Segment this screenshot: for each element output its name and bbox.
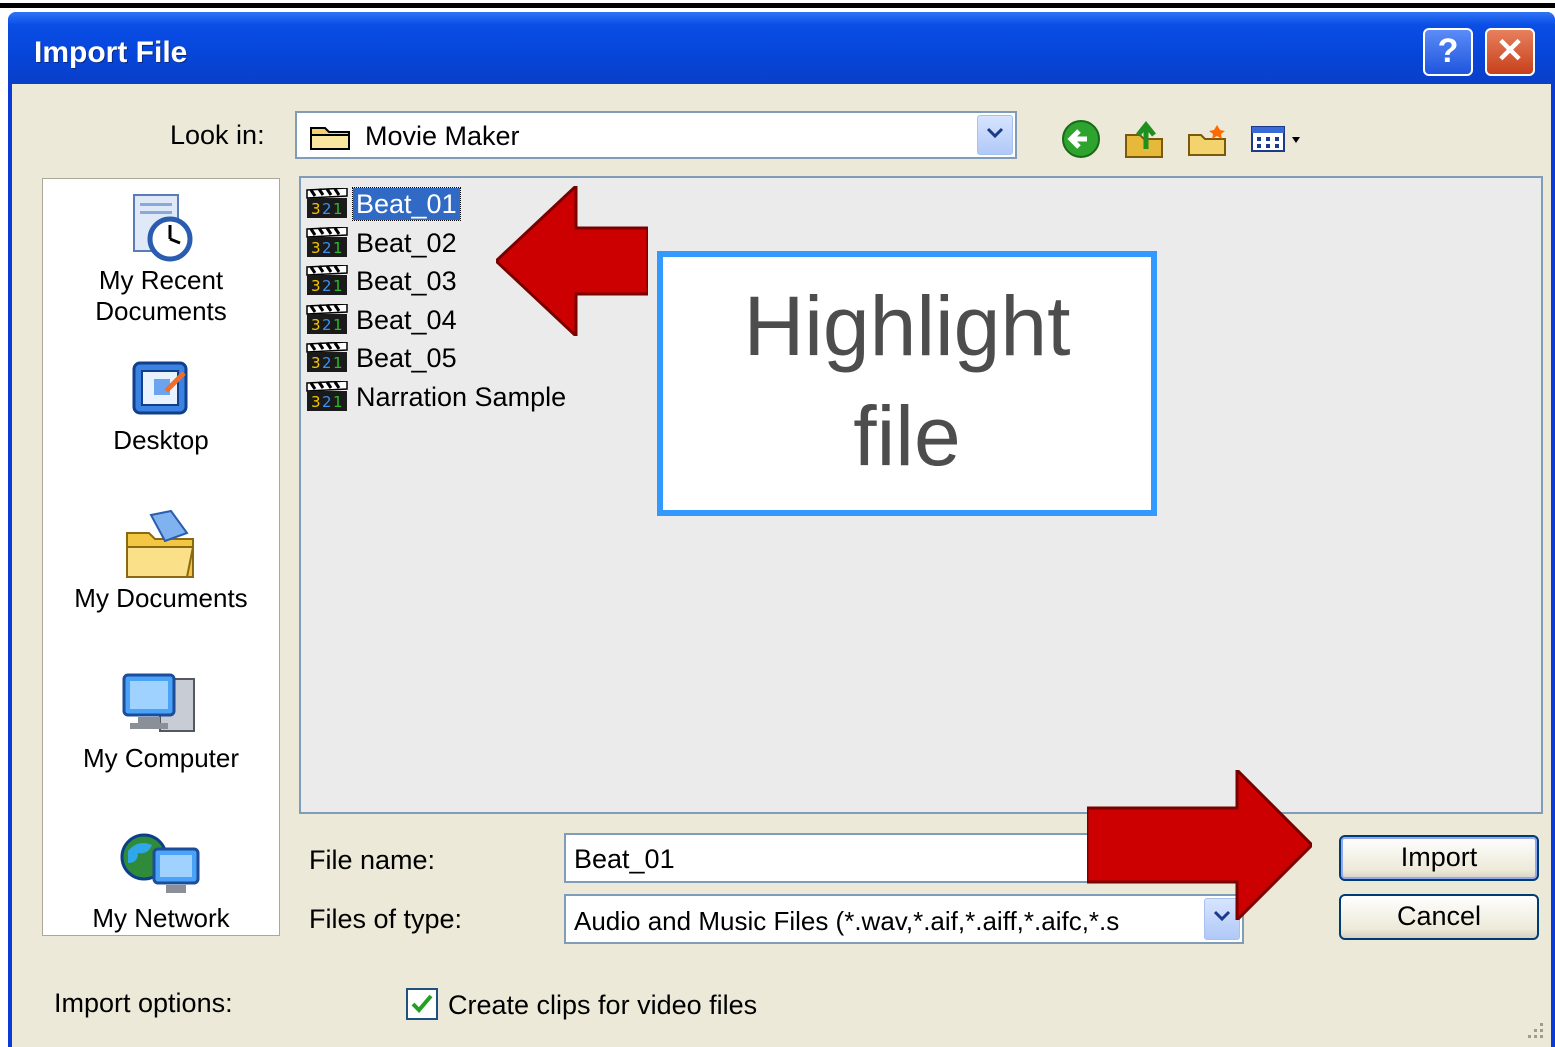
arrow-right-icon xyxy=(1087,770,1312,920)
svg-text:3: 3 xyxy=(311,239,321,257)
resize-grip-icon[interactable] xyxy=(1524,1019,1546,1041)
title-bar: Import File ? ✕ xyxy=(8,12,1555,84)
svg-text:2: 2 xyxy=(322,354,332,372)
file-name: Beat_04 xyxy=(356,304,457,335)
callout-line2: file xyxy=(853,389,961,483)
recent-documents-icon xyxy=(133,194,193,262)
dialog-title: Import File xyxy=(34,36,188,69)
close-button[interactable]: ✕ xyxy=(1485,28,1535,76)
place-my-network[interactable]: My Network xyxy=(43,829,279,934)
import-button[interactable]: Import xyxy=(1339,835,1539,881)
file-name-value: Beat_01 xyxy=(574,844,675,874)
place-label-line1: Desktop xyxy=(113,425,209,455)
help-button[interactable]: ? xyxy=(1423,28,1473,76)
top-border xyxy=(0,0,1555,8)
svg-text:1: 1 xyxy=(333,354,343,372)
svg-text:2: 2 xyxy=(322,316,332,334)
chevron-down-icon xyxy=(986,127,1004,139)
file-name: Beat_01 xyxy=(352,187,461,221)
arrow-left-icon xyxy=(496,186,648,336)
place-label-line1: My Network xyxy=(92,903,230,933)
files-of-type-value: Audio and Music Files (*.wav,*.aif,*.aif… xyxy=(574,906,1120,936)
place-my-documents[interactable]: My Documents xyxy=(43,507,279,614)
create-clips-checkbox[interactable] xyxy=(406,988,438,1020)
place-my-computer[interactable]: My Computer xyxy=(43,669,279,774)
svg-text:1: 1 xyxy=(333,393,343,411)
desktop-icon xyxy=(132,361,188,415)
look-in-value: Movie Maker xyxy=(365,121,520,151)
svg-text:2: 2 xyxy=(322,200,332,218)
media-file-icon: 321 xyxy=(306,226,348,257)
svg-text:2: 2 xyxy=(322,239,332,257)
svg-text:1: 1 xyxy=(333,200,343,218)
files-of-type-label: Files of type: xyxy=(309,904,463,934)
look-in-dropdown[interactable]: Movie Maker xyxy=(295,111,1017,159)
new-folder-icon[interactable] xyxy=(1185,117,1229,161)
place-my-recent-documents[interactable]: My Recent Documents xyxy=(43,191,279,327)
highlight-callout: Highlight file xyxy=(657,251,1157,516)
file-name: Beat_03 xyxy=(356,266,457,296)
folder-icon xyxy=(310,127,350,150)
svg-text:1: 1 xyxy=(333,239,343,257)
place-label-line2: Documents xyxy=(95,296,227,326)
places-bar: My Recent Documents Desktop My Documents… xyxy=(42,178,280,936)
up-folder-icon[interactable] xyxy=(1122,117,1166,161)
create-clips-label: Create clips for video files xyxy=(448,990,758,1020)
dialog-body: Look in: Movie Maker My Recent Documents… xyxy=(12,84,1551,1047)
import-options-label: Import options: xyxy=(54,988,233,1018)
look-in-dropdown-button[interactable] xyxy=(977,115,1013,155)
place-desktop[interactable]: Desktop xyxy=(43,355,279,456)
file-name: Beat_02 xyxy=(356,227,457,258)
cancel-button[interactable]: Cancel xyxy=(1339,894,1539,940)
svg-text:3: 3 xyxy=(311,200,321,218)
svg-text:2: 2 xyxy=(322,393,332,411)
back-icon[interactable] xyxy=(1059,117,1103,161)
place-label-line1: My Computer xyxy=(82,743,240,773)
file-name: Narration Sample xyxy=(356,381,567,412)
svg-text:1: 1 xyxy=(333,316,343,334)
callout-line1: Highlight xyxy=(743,279,1071,373)
svg-text:3: 3 xyxy=(311,277,321,295)
place-label-line1: My Documents xyxy=(74,583,248,613)
svg-text:3: 3 xyxy=(311,354,321,372)
svg-text:3: 3 xyxy=(311,316,321,334)
media-file-icon: 321 xyxy=(306,265,348,295)
my-documents-icon xyxy=(126,509,195,578)
my-network-icon xyxy=(120,833,200,893)
media-file-icon: 321 xyxy=(306,380,348,411)
file-name-label: File name: xyxy=(309,845,436,875)
checkmark-icon xyxy=(411,994,433,1013)
look-in-label: Look in: xyxy=(170,120,265,150)
media-file-icon: 321 xyxy=(306,303,348,334)
view-menu-icon[interactable] xyxy=(1248,117,1314,161)
svg-text:2: 2 xyxy=(322,277,332,295)
media-file-icon: 321 xyxy=(306,342,348,372)
place-label-line1: My Recent xyxy=(98,265,224,295)
my-computer-icon xyxy=(122,673,195,732)
media-file-icon: 321 xyxy=(306,188,348,218)
file-name: Beat_05 xyxy=(356,343,457,373)
svg-text:1: 1 xyxy=(333,277,343,295)
svg-text:3: 3 xyxy=(311,393,321,411)
import-file-dialog: Import File ? ✕ Look in: Movie Maker My … xyxy=(8,12,1555,1047)
